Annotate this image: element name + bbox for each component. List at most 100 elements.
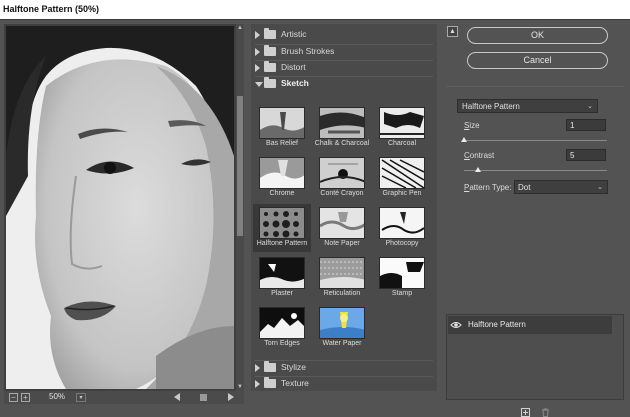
category-label: Distort — [281, 62, 306, 72]
collapse-gallery-icon[interactable]: ▲ — [447, 26, 458, 37]
folder-icon — [264, 61, 276, 72]
contrast-slider-track[interactable] — [464, 170, 607, 171]
preview-zoom-bar: − + 50% ▾ — [4, 391, 244, 404]
preview-vertical-scrollbar[interactable]: ▲ ▼ — [236, 24, 244, 391]
filter-thumb-chrome[interactable]: Chrome — [253, 154, 311, 202]
scroll-down-icon[interactable]: ▼ — [236, 383, 244, 391]
filter-thumb-halftone-pattern[interactable]: Halftone Pattern — [253, 204, 311, 252]
effect-layer-row[interactable]: Halftone Pattern — [448, 316, 612, 334]
filter-thumb-graphic-pen[interactable]: Graphic Pen — [373, 154, 431, 202]
portrait-image — [6, 26, 234, 389]
category-label: Texture — [281, 378, 309, 388]
contrast-label-rest: ontrast — [469, 151, 495, 160]
filter-thumb-torn-edges[interactable]: Torn Edges — [253, 304, 311, 352]
filter-thumb-cont-crayon[interactable]: Conté Crayon — [313, 154, 371, 202]
preview-panel: ▲ ▼ — [4, 24, 244, 391]
filter-thumb-bas-relief[interactable]: Bas Relief — [253, 104, 311, 152]
pattern-type-value: Dot — [518, 183, 531, 192]
category-label: Sketch — [281, 78, 309, 88]
scroll-right-icon[interactable] — [228, 393, 234, 401]
filter-thumb-label: Bas Relief — [266, 140, 298, 147]
expand-arrow-icon — [255, 64, 260, 72]
filter-thumbnail-image — [319, 207, 365, 239]
expand-arrow-icon — [255, 48, 260, 56]
filter-thumb-label: Water Paper — [322, 340, 362, 347]
filter-thumb-label: Graphic Pen — [382, 190, 422, 197]
filter-thumb-label: Plaster — [271, 290, 293, 297]
filter-thumbnail-image — [319, 257, 365, 289]
size-slider-thumb[interactable] — [461, 137, 467, 142]
size-slider-track[interactable] — [464, 140, 607, 141]
filter-thumbnail-image — [259, 307, 305, 339]
contrast-slider-thumb[interactable] — [475, 167, 482, 172]
filter-thumbnail-image — [259, 257, 305, 289]
cancel-button[interactable]: Cancel — [467, 52, 608, 69]
filter-select-value: Halftone Pattern — [462, 102, 520, 111]
category-artistic[interactable]: Artistic — [255, 28, 433, 42]
filter-thumb-note-paper[interactable]: Note Paper — [313, 204, 371, 252]
filter-thumb-chalk-charcoal[interactable]: Chalk & Charcoal — [313, 104, 371, 152]
filter-thumb-charcoal[interactable]: Charcoal — [373, 104, 431, 152]
zoom-in-button[interactable]: + — [21, 393, 30, 402]
pattern-type-label-rest: attern Type: — [469, 183, 512, 192]
filter-thumbnail-image — [259, 107, 305, 139]
size-label-rest: ize — [469, 121, 480, 130]
contrast-label: Contrast — [464, 151, 495, 160]
zoom-dropdown-button[interactable]: ▾ — [76, 393, 86, 402]
pattern-type-select[interactable]: Dot ⌄ — [514, 180, 608, 194]
preview-image[interactable] — [6, 26, 234, 389]
scroll-up-icon[interactable]: ▲ — [236, 24, 244, 32]
category-distort[interactable]: Distort — [255, 60, 433, 74]
chevron-down-icon: ⌄ — [597, 184, 603, 191]
filter-thumb-label: Chalk & Charcoal — [314, 140, 370, 147]
contrast-input[interactable]: 5 — [566, 149, 606, 161]
filter-thumb-reticulation[interactable]: Reticulation — [313, 254, 371, 302]
folder-icon — [264, 45, 276, 56]
filter-thumb-label: Torn Edges — [264, 340, 300, 347]
size-input[interactable]: 1 — [566, 119, 606, 131]
zoom-level: 50% — [49, 392, 66, 401]
pattern-type-label: Pattern Type: — [464, 183, 512, 192]
category-brush-strokes[interactable]: Brush Strokes — [255, 44, 433, 58]
category-stylize[interactable]: Stylize — [255, 360, 433, 374]
zoom-out-button[interactable]: − — [9, 393, 18, 402]
filter-thumb-label: Note Paper — [324, 240, 360, 247]
ok-button[interactable]: OK — [467, 27, 608, 44]
filter-thumb-label: Chrome — [269, 190, 295, 197]
filter-thumbnail-image — [319, 307, 365, 339]
open-folder-icon — [264, 77, 276, 88]
trash-icon[interactable] — [541, 408, 550, 417]
filter-thumb-label: Conté Crayon — [320, 190, 364, 197]
filter-thumb-label: Reticulation — [323, 290, 361, 297]
filter-gallery-list: Artistic Brush Strokes Distort Sketch Ba… — [251, 24, 437, 391]
folder-icon — [264, 28, 276, 39]
filter-thumbnail-image — [379, 207, 425, 239]
filter-thumb-photocopy[interactable]: Photocopy — [373, 204, 431, 252]
scroll-thumb[interactable] — [237, 96, 243, 236]
filter-thumbnail-image — [379, 157, 425, 189]
filter-thumbnail-image — [319, 107, 365, 139]
horizontal-scroll-thumb[interactable] — [200, 394, 207, 401]
filter-gallery-dialog: ▲ ▼ − + 50% ▾ Artistic Brush Strokes Dis… — [0, 19, 630, 417]
scroll-left-icon[interactable] — [174, 393, 180, 401]
filter-thumb-stamp[interactable]: Stamp — [373, 254, 431, 302]
filter-thumb-plaster[interactable]: Plaster — [253, 254, 311, 302]
category-texture[interactable]: Texture — [255, 376, 433, 390]
filter-thumb-label: Stamp — [391, 290, 413, 297]
filter-thumbnail-image — [319, 157, 365, 189]
filter-thumb-water-paper[interactable]: Water Paper — [313, 304, 371, 352]
filter-select[interactable]: Halftone Pattern ⌄ — [457, 99, 598, 113]
filter-thumbnail-image — [379, 107, 425, 139]
eye-visibility-icon[interactable] — [450, 320, 462, 330]
filter-thumb-label: Photocopy — [385, 240, 419, 247]
effect-layer-name: Halftone Pattern — [468, 320, 526, 329]
window-title: Halftone Pattern (50%) — [0, 0, 630, 19]
expand-arrow-icon — [255, 31, 260, 39]
collapse-arrow-icon — [255, 82, 263, 87]
category-sketch[interactable]: Sketch — [255, 76, 433, 90]
new-effect-layer-icon[interactable] — [521, 408, 530, 417]
expand-arrow-icon — [255, 364, 260, 372]
size-label: Size — [464, 121, 480, 130]
sketch-filter-thumbnails: Bas Relief Chalk & Charcoal Charcoal Chrome… — [253, 104, 435, 349]
folder-icon — [264, 377, 276, 388]
